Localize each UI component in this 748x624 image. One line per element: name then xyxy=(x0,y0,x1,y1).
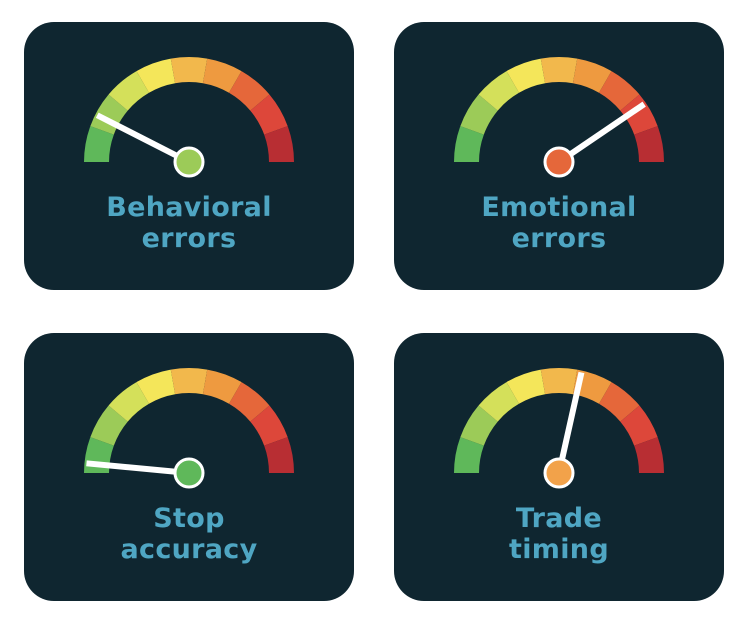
gauge-label-line-1: Emotional xyxy=(481,192,637,223)
gauge-label-line-1: Trade xyxy=(515,503,603,534)
gauge-label: Stop accuracy xyxy=(24,503,354,565)
gauge-hub xyxy=(543,146,575,178)
gauge-card-stop-accuracy: Stop accuracy xyxy=(24,333,354,601)
gauge-card-behavioral-errors: Behavioral errors xyxy=(24,22,354,290)
gauge-segment xyxy=(170,368,208,395)
gauge-label-line-2: errors xyxy=(141,223,237,254)
gauge-label-line-2: timing xyxy=(509,534,609,565)
gauge-segment xyxy=(540,368,578,395)
gauge-card-emotional-errors: Emotional errors xyxy=(394,22,724,290)
gauge-card-trade-timing: Trade timing xyxy=(394,333,724,601)
gauge-label-line-2: errors xyxy=(511,223,607,254)
gauge-hub xyxy=(173,146,205,178)
gauge-label-line-2: accuracy xyxy=(120,534,258,565)
gauge-hub xyxy=(173,457,205,489)
gauge-label: Emotional errors xyxy=(394,192,724,254)
gauge-label: Behavioral errors xyxy=(24,192,354,254)
gauge-segment xyxy=(540,57,578,84)
gauge-label-line-1: Stop xyxy=(153,503,225,534)
gauge-hub xyxy=(543,457,575,489)
gauge-label: Trade timing xyxy=(394,503,724,565)
gauge-segment xyxy=(170,57,208,84)
gauge-label-line-1: Behavioral xyxy=(106,192,272,223)
